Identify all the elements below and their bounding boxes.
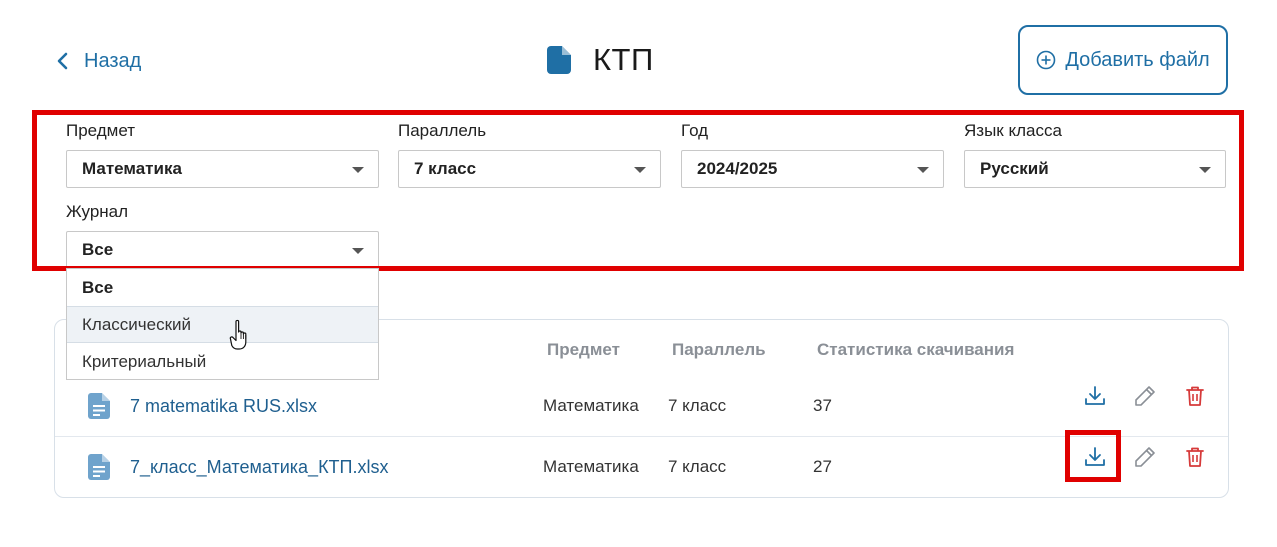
journal-select[interactable]: Все: [66, 231, 379, 269]
add-file-button[interactable]: Добавить файл: [1018, 25, 1228, 95]
grade-select[interactable]: 7 класс: [398, 150, 661, 188]
download-icon[interactable]: [1083, 445, 1107, 469]
grade-filter-label: Параллель: [398, 121, 487, 140]
journal-dropdown-list: Все Классический Критериальный: [66, 268, 379, 380]
pencil-icon[interactable]: [1133, 445, 1157, 469]
caret-down-icon: [1199, 167, 1211, 173]
file-link[interactable]: 7 matematika RUS.xlsx: [130, 396, 317, 417]
language-select-value: Русский: [980, 159, 1049, 178]
document-icon: [547, 46, 571, 74]
table-cell-grade: 7 класс: [668, 457, 727, 476]
column-header-grade: Параллель: [672, 340, 766, 359]
dropdown-option-criterial[interactable]: Критериальный: [67, 343, 378, 380]
caret-down-icon: [634, 167, 646, 173]
subject-select[interactable]: Математика: [66, 150, 379, 188]
dropdown-option-all[interactable]: Все: [67, 269, 378, 306]
page-header: КТП: [547, 40, 654, 80]
add-file-label: Добавить файл: [1065, 48, 1210, 71]
file-link[interactable]: 7_класс_Математика_КТП.xlsx: [130, 457, 389, 478]
trash-icon[interactable]: [1183, 445, 1207, 469]
grade-select-value: 7 класс: [414, 159, 477, 178]
page-title: КТП: [593, 42, 654, 77]
dropdown-option-classic[interactable]: Классический: [67, 306, 378, 343]
subject-filter-label: Предмет: [66, 121, 136, 140]
table-cell-downloads: 37: [813, 396, 832, 415]
pencil-icon[interactable]: [1133, 384, 1157, 408]
file-text-icon: [88, 454, 110, 480]
column-header-downloads: Статистика скачивания: [817, 340, 1015, 359]
plus-circle-icon: [1037, 50, 1056, 70]
back-link[interactable]: Назад: [56, 46, 141, 76]
caret-down-icon: [917, 167, 929, 173]
back-label: Назад: [84, 49, 142, 72]
year-select[interactable]: 2024/2025: [681, 150, 944, 188]
table-cell-subject: Математика: [543, 396, 639, 415]
table-cell-subject: Математика: [543, 457, 639, 476]
table-cell-downloads: 27: [813, 457, 832, 476]
language-select[interactable]: Русский: [964, 150, 1226, 188]
language-filter-label: Язык класса: [964, 121, 1062, 140]
journal-filter-label: Журнал: [66, 202, 129, 221]
trash-icon[interactable]: [1183, 384, 1207, 408]
year-select-value: 2024/2025: [697, 159, 778, 178]
file-text-icon: [88, 393, 110, 419]
table-cell-grade: 7 класс: [668, 396, 727, 415]
download-icon[interactable]: [1083, 384, 1107, 408]
caret-down-icon: [352, 248, 364, 254]
row-divider: [55, 436, 1228, 437]
caret-down-icon: [352, 167, 364, 173]
chevron-left-icon: [57, 52, 68, 70]
subject-select-value: Математика: [82, 159, 182, 178]
journal-select-value: Все: [82, 240, 114, 259]
year-filter-label: Год: [681, 121, 709, 140]
column-header-subject: Предмет: [547, 340, 620, 359]
hand-pointer-icon: [229, 319, 247, 350]
